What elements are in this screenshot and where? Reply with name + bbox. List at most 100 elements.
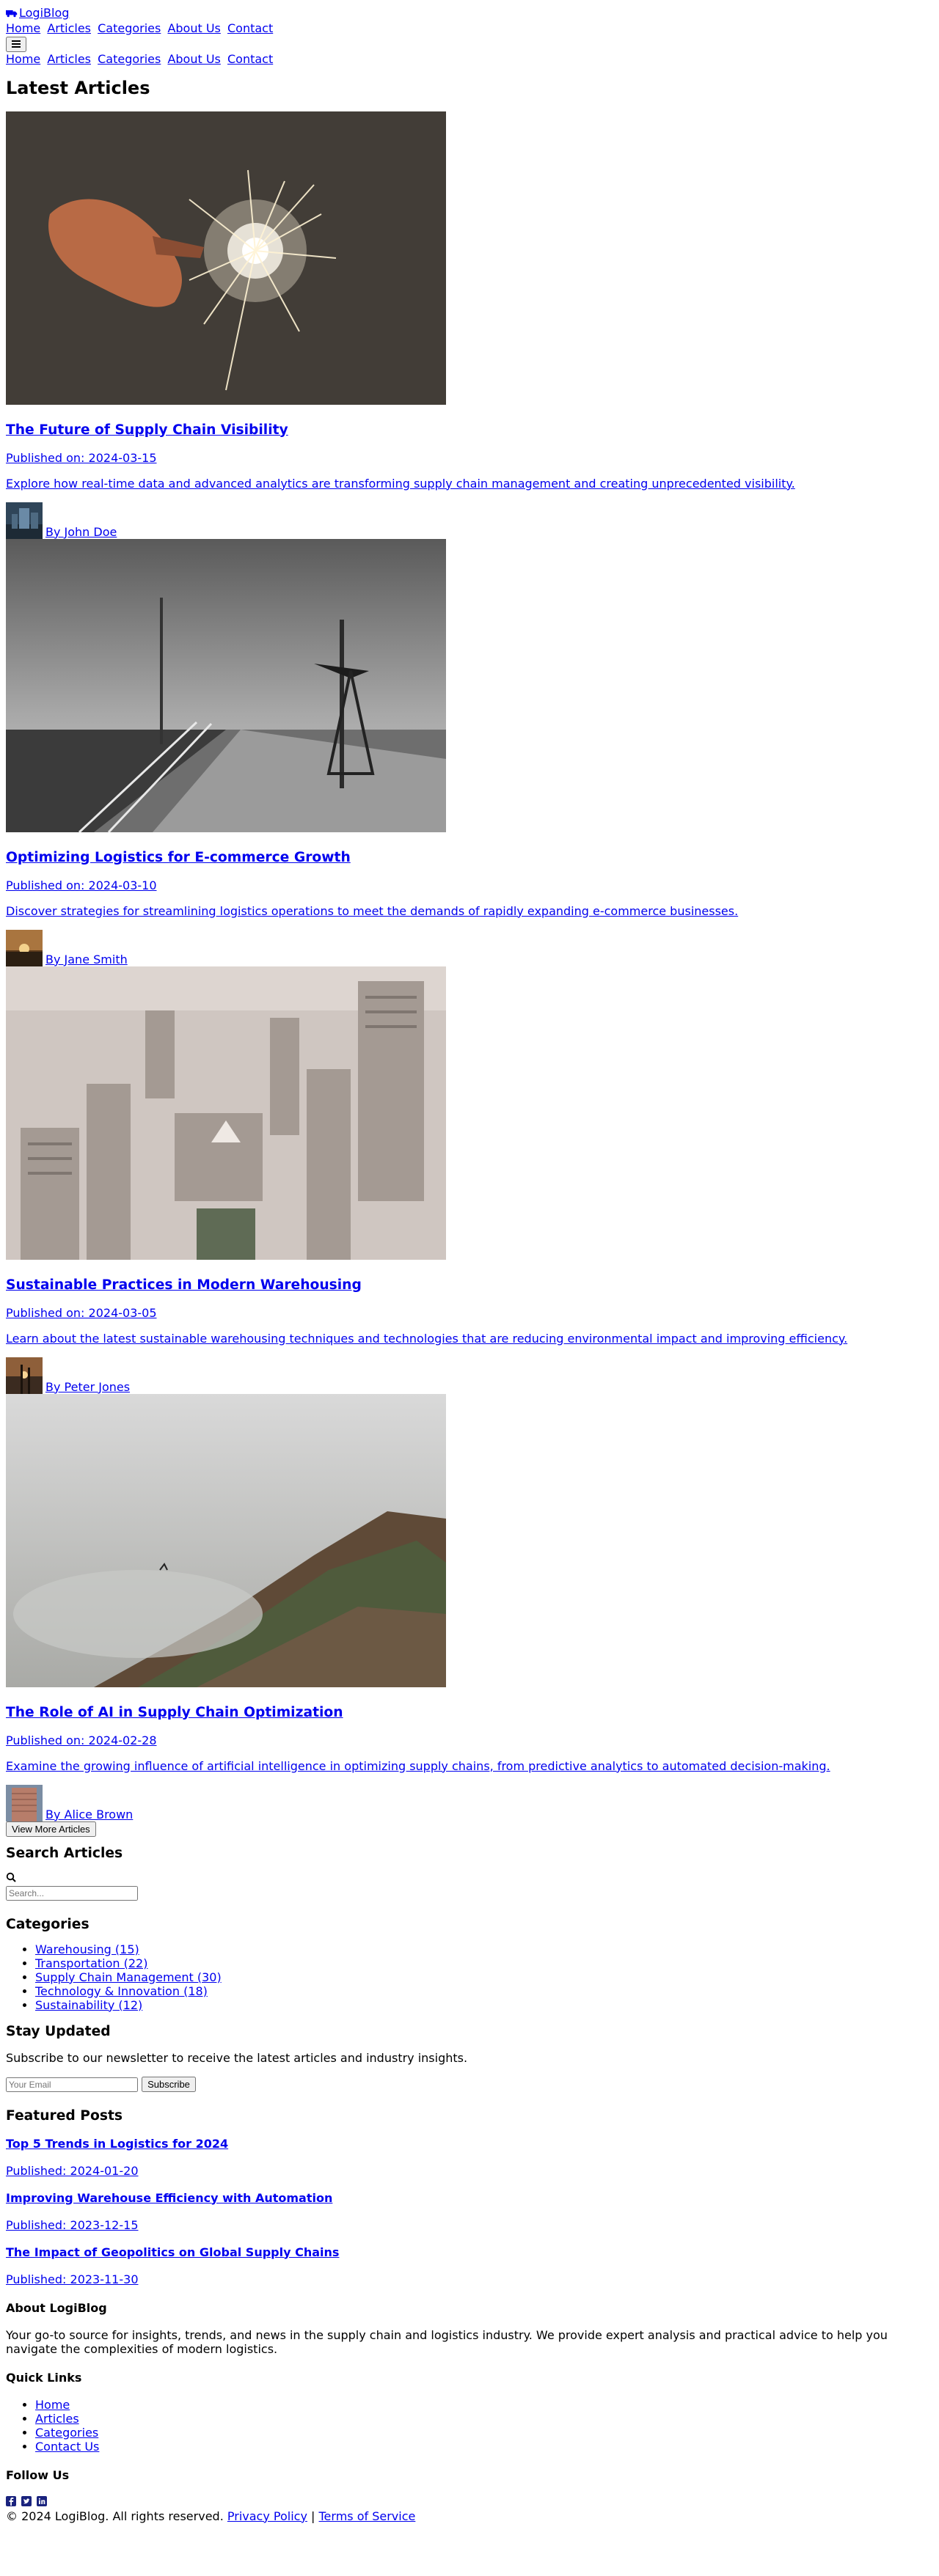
author-link[interactable]: By Alice Brown <box>45 1808 133 1821</box>
article-card: The Future of Supply Chain Visibility Pu… <box>6 111 933 539</box>
mobile-nav-link-categories[interactable]: Categories <box>98 52 161 66</box>
article-title-link[interactable]: The Role of AI in Supply Chain Optimizat… <box>6 1705 343 1720</box>
article-title-link[interactable]: Optimizing Logistics for E-commerce Grow… <box>6 850 351 865</box>
about-title: About LogiBlog <box>6 2300 107 2315</box>
article-excerpt-link[interactable]: Learn about the latest sustainable wareh… <box>6 1332 847 1346</box>
article-image-pier <box>6 538 446 832</box>
list-item: Warehousing (15) <box>35 1942 933 1956</box>
mobile-nav-link-contact[interactable]: Contact <box>227 52 273 66</box>
facebook-icon <box>6 2495 16 2506</box>
quick-links-title: Quick Links <box>6 2370 82 2385</box>
terms-of-service-link[interactable]: Terms of Service <box>319 2509 416 2523</box>
bars-icon <box>12 40 21 48</box>
privacy-policy-link[interactable]: Privacy Policy <box>227 2509 307 2523</box>
mobile-menu-button[interactable] <box>6 36 26 52</box>
article-image-sparkler <box>6 111 446 405</box>
linkedin-link[interactable] <box>37 2495 48 2509</box>
about-text: Your go-to source for insights, trends, … <box>6 2327 888 2356</box>
page-title: Latest Articles <box>6 77 150 98</box>
site-footer: About LogiBlog Your go-to source for ins… <box>6 2301 933 2523</box>
nav-link-categories[interactable]: Categories <box>98 21 161 35</box>
twitter-icon <box>21 2495 32 2506</box>
article-date-link[interactable]: Published on: 2024-03-10 <box>6 878 157 892</box>
email-field[interactable] <box>6 2077 138 2092</box>
article-date-link[interactable]: Published on: 2024-03-15 <box>6 451 157 465</box>
featured-post: The Impact of Geopolitics on Global Supp… <box>6 2245 933 2286</box>
list-item: Technology & Innovation (18) <box>35 1984 933 1998</box>
article-excerpt-link[interactable]: Examine the growing influence of artific… <box>6 1759 830 1773</box>
article-title-link[interactable]: Sustainable Practices in Modern Warehous… <box>6 1277 362 1293</box>
article-excerpt-link[interactable]: Explore how real-time data and advanced … <box>6 477 795 491</box>
primary-nav: Home Articles Categories About Us Contac… <box>6 21 933 35</box>
avatar <box>6 929 43 966</box>
list-item: Categories <box>35 2426 933 2440</box>
article-image-link[interactable] <box>6 538 446 832</box>
article-author: By Jane Smith <box>6 929 933 966</box>
author-link[interactable]: By Peter Jones <box>45 1380 130 1394</box>
category-link-supply-chain-management[interactable]: Supply Chain Management (30) <box>35 1970 222 1984</box>
article-image-link[interactable] <box>6 111 446 405</box>
featured-post-title-link[interactable]: The Impact of Geopolitics on Global Supp… <box>6 2245 339 2259</box>
author-link[interactable]: By Jane Smith <box>45 953 128 966</box>
brand-logo-link[interactable]: LogiBlog <box>6 6 69 20</box>
featured-post-date-link[interactable]: Published: 2024-01-20 <box>6 2164 139 2178</box>
follow-title: Follow Us <box>6 2467 70 2482</box>
list-item: Supply Chain Management (30) <box>35 1970 933 1984</box>
footer-link-contact-us[interactable]: Contact Us <box>35 2440 99 2454</box>
avatar <box>6 1357 43 1394</box>
article-excerpt-link[interactable]: Discover strategies for streamlining log… <box>6 904 738 918</box>
category-link-transportation[interactable]: Transportation (22) <box>35 1956 147 1970</box>
article-title-link[interactable]: The Future of Supply Chain Visibility <box>6 422 288 438</box>
list-item: Home <box>35 2398 933 2412</box>
article-image-link[interactable] <box>6 1393 446 1687</box>
article-card: The Role of AI in Supply Chain Optimizat… <box>6 1393 933 1821</box>
view-more-articles-button[interactable]: View More Articles <box>6 1821 96 1837</box>
subscribe-button[interactable]: Subscribe <box>142 2076 196 2092</box>
avatar <box>6 502 43 539</box>
footer-link-articles[interactable]: Articles <box>35 2412 79 2426</box>
footer-link-home[interactable]: Home <box>35 2398 70 2412</box>
featured-post-date-link[interactable]: Published: 2023-12-15 <box>6 2218 139 2232</box>
newsletter-text: Subscribe to our newsletter to receive t… <box>6 2050 468 2065</box>
facebook-link[interactable] <box>6 2495 16 2509</box>
mobile-nav: Home Articles Categories About Us Contac… <box>6 52 933 66</box>
mobile-nav-link-home[interactable]: Home <box>6 52 40 66</box>
sidebar: Search Articles Categories Warehousing (… <box>6 1846 933 2286</box>
copyright-line: © 2024 LogiBlog. All rights reserved. Pr… <box>6 2509 933 2523</box>
featured-section-title: Featured Posts <box>6 2107 123 2124</box>
article-image-cliff <box>6 1393 446 1687</box>
nav-link-home[interactable]: Home <box>6 21 40 35</box>
nav-link-contact[interactable]: Contact <box>227 21 273 35</box>
author-link[interactable]: By John Doe <box>45 525 117 539</box>
nav-link-articles[interactable]: Articles <box>47 21 91 35</box>
linkedin-icon <box>37 2495 48 2506</box>
article-date-link[interactable]: Published on: 2024-03-05 <box>6 1306 157 1320</box>
nav-link-about-us[interactable]: About Us <box>167 21 220 35</box>
featured-post-date-link[interactable]: Published: 2023-11-30 <box>6 2272 139 2286</box>
category-link-warehousing[interactable]: Warehousing (15) <box>35 1942 139 1956</box>
footer-link-categories[interactable]: Categories <box>35 2426 98 2440</box>
mobile-nav-link-articles[interactable]: Articles <box>47 52 91 66</box>
search-icon <box>6 1872 16 1882</box>
article-author: By John Doe <box>6 502 933 539</box>
search-input[interactable] <box>6 1885 138 1901</box>
search-section-title: Search Articles <box>6 1845 123 1861</box>
category-list: Warehousing (15) Transportation (22) Sup… <box>6 1942 933 2012</box>
article-author: By Alice Brown <box>6 1784 933 1821</box>
copyright-text: © 2024 LogiBlog. All rights reserved. <box>6 2509 224 2523</box>
twitter-link[interactable] <box>21 2495 32 2509</box>
newsletter-form: Subscribe <box>6 2076 933 2092</box>
brand-name: LogiBlog <box>19 6 70 20</box>
featured-post-title-link[interactable]: Top 5 Trends in Logistics for 2024 <box>6 2137 228 2151</box>
category-link-technology-innovation[interactable]: Technology & Innovation (18) <box>35 1984 208 1998</box>
article-image-link[interactable] <box>6 966 446 1260</box>
article-date-link[interactable]: Published on: 2024-02-28 <box>6 1733 157 1747</box>
featured-post-title-link[interactable]: Improving Warehouse Efficiency with Auto… <box>6 2191 332 2205</box>
truck-icon <box>6 10 18 17</box>
avatar <box>6 1784 43 1821</box>
category-link-sustainability[interactable]: Sustainability (12) <box>35 1998 142 2012</box>
mobile-nav-link-about-us[interactable]: About Us <box>167 52 220 66</box>
list-item: Articles <box>35 2412 933 2426</box>
article-author: By Peter Jones <box>6 1357 933 1394</box>
featured-post: Top 5 Trends in Logistics for 2024 Publi… <box>6 2137 933 2178</box>
